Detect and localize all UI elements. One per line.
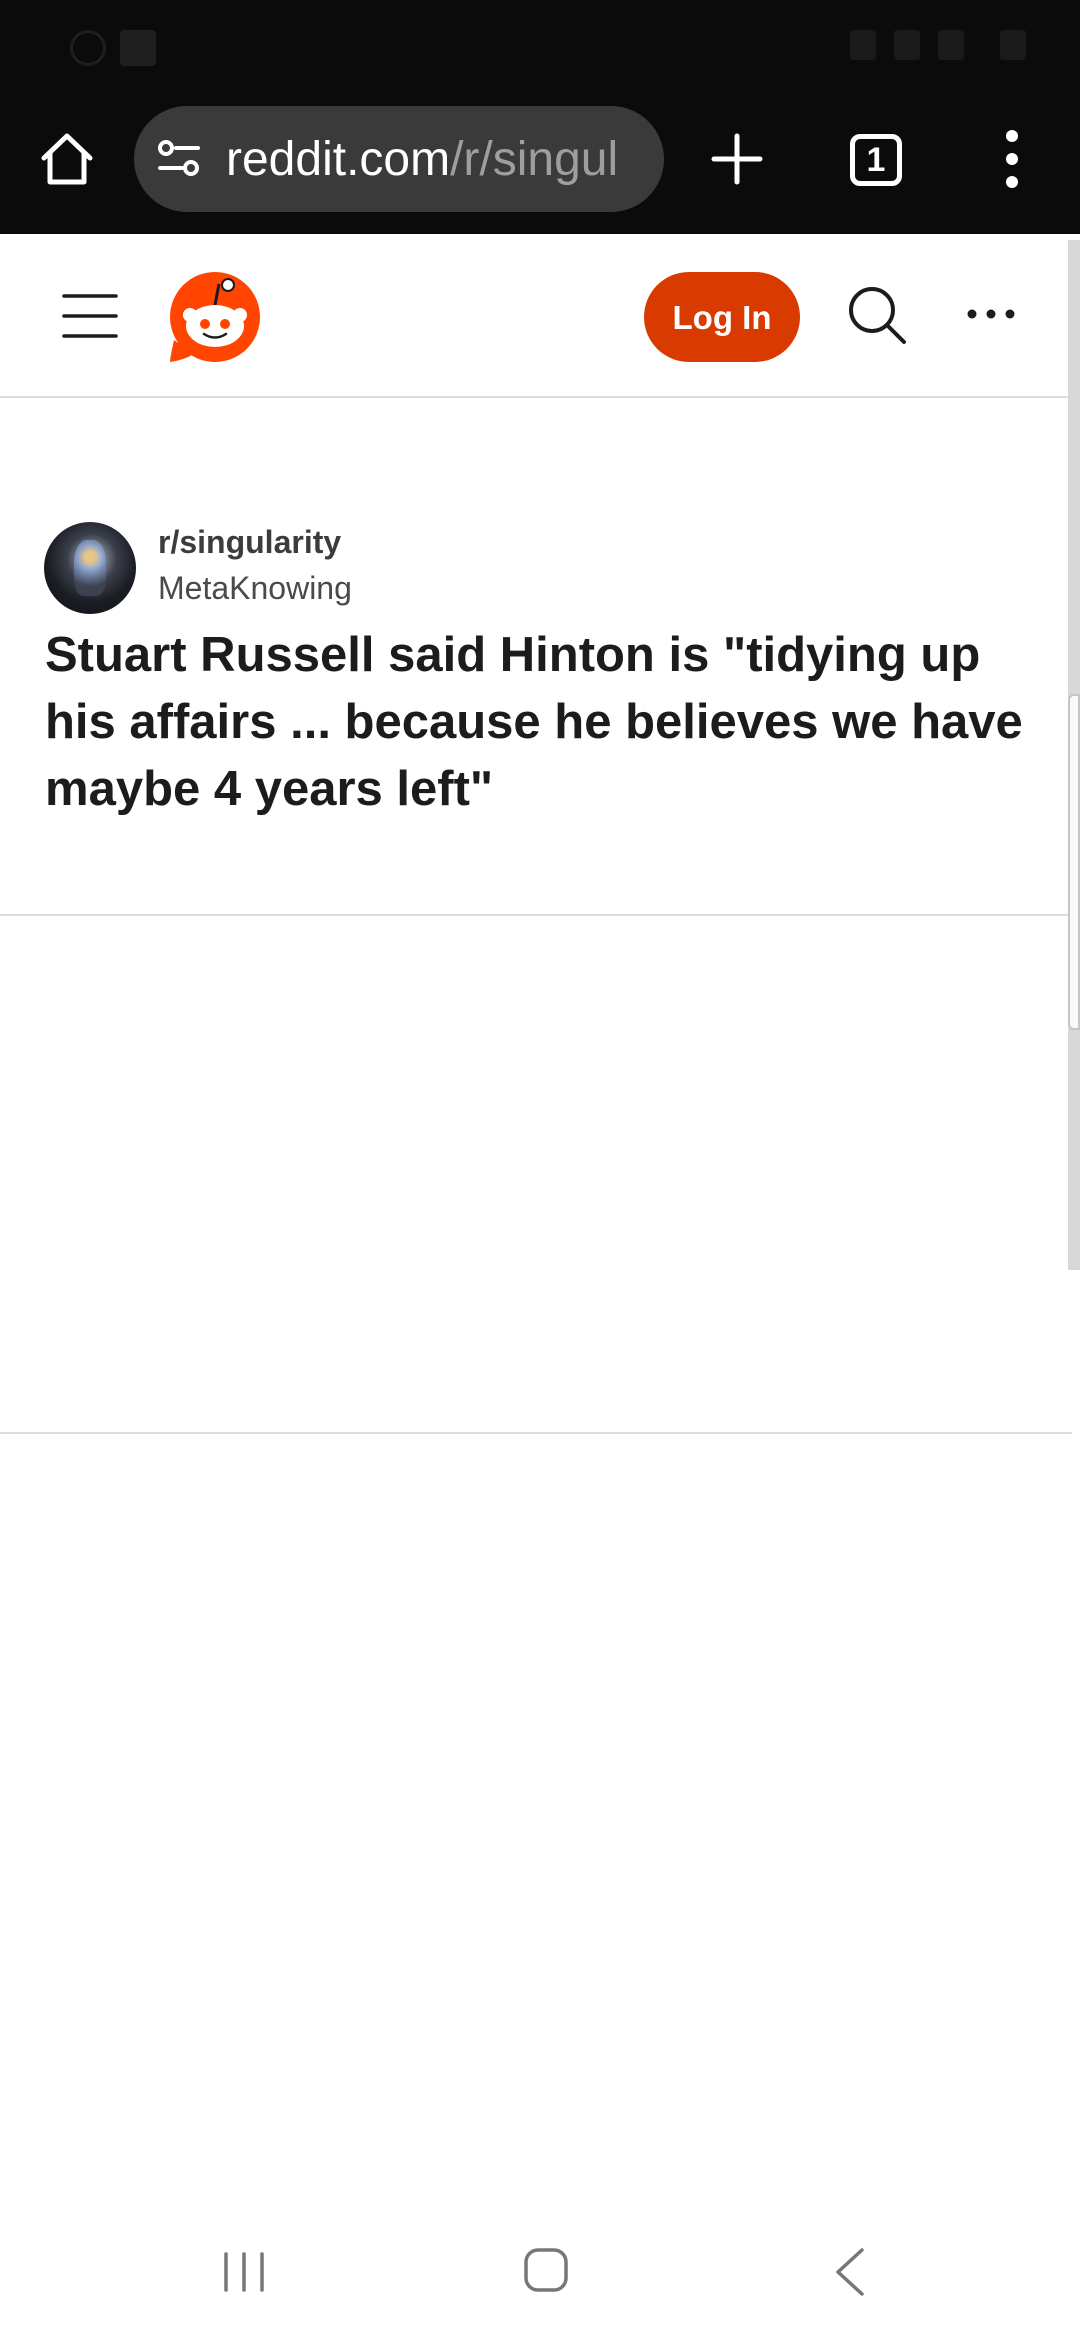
- hamburger-icon[interactable]: [62, 292, 118, 340]
- status-left: [56, 30, 156, 66]
- nav-home-icon[interactable]: [522, 2246, 570, 2294]
- reddit-logo[interactable]: [168, 270, 262, 364]
- post-author[interactable]: MetaKnowing: [158, 570, 352, 607]
- gallery-icon: [120, 30, 156, 66]
- tune-icon[interactable]: [156, 136, 202, 182]
- reddit-header: Log In: [0, 240, 1072, 398]
- recent-apps-icon[interactable]: [220, 2250, 268, 2294]
- status-bar: [0, 0, 1080, 98]
- search-icon[interactable]: [846, 284, 908, 346]
- system-nav-bar: [0, 2200, 1080, 2340]
- post-card[interactable]: r/singularity MetaKnowing Stuart Russell…: [0, 398, 1072, 916]
- ellipsis-icon[interactable]: [966, 304, 1016, 324]
- status-right: [850, 30, 1026, 60]
- url-host: reddit.com: [226, 133, 451, 186]
- mute-icon: [850, 30, 876, 60]
- subreddit-avatar[interactable]: [44, 522, 136, 614]
- post-media-placeholder: [0, 916, 1072, 1434]
- login-button[interactable]: Log In: [644, 272, 800, 362]
- browser-toolbar: reddit.com/r/singul 1: [0, 98, 1080, 336]
- post-title[interactable]: Stuart Russell said Hinton is "tidying u…: [45, 622, 1045, 823]
- sync-icon: [70, 30, 106, 66]
- subreddit-link[interactable]: r/singularity: [158, 524, 341, 561]
- kebab-icon[interactable]: [994, 126, 1030, 192]
- address-bar[interactable]: reddit.com/r/singul: [134, 106, 664, 212]
- url-path: /r/singul: [450, 133, 619, 186]
- url-text: reddit.com/r/singul: [226, 132, 618, 187]
- tab-switcher-button[interactable]: 1: [850, 134, 902, 186]
- back-icon[interactable]: [832, 2246, 868, 2298]
- scrollbar-thumb[interactable]: [1068, 694, 1080, 1030]
- plus-icon[interactable]: [706, 128, 768, 190]
- signal-icon: [938, 30, 964, 60]
- wifi-icon: [894, 30, 920, 60]
- home-icon[interactable]: [36, 128, 98, 190]
- battery-icon: [1000, 30, 1026, 60]
